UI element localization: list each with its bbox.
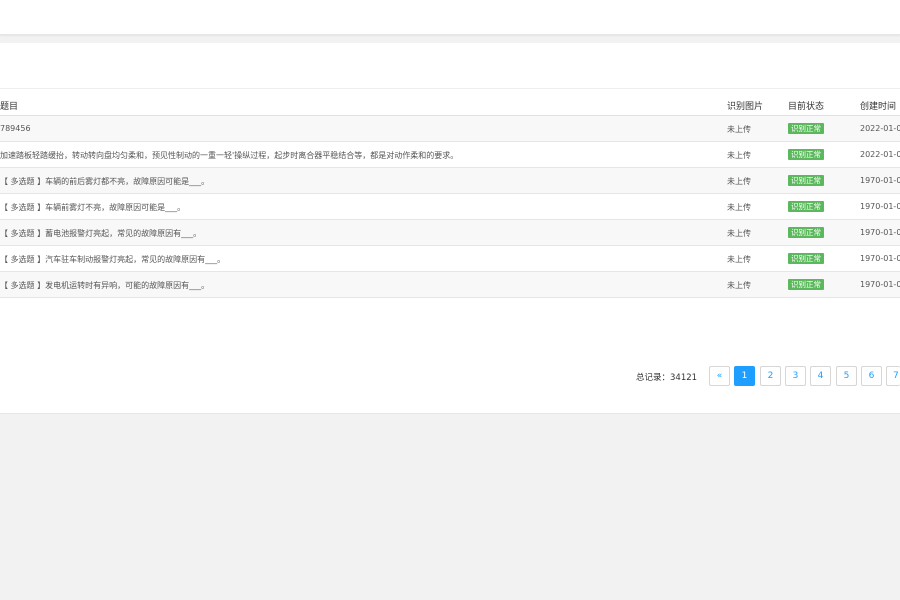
row-created-time: 1970-01-0: [860, 254, 900, 263]
table-row[interactable]: 789456 未上传 识别正常 2022-01-0: [0, 116, 900, 142]
table-row[interactable]: 加速踏板轻踏缓抬，转动转向盘均匀柔和，预见性制动的一重一轻'操纵过程，起步时离合…: [0, 142, 900, 168]
table-row[interactable]: 【 多选题 】发电机运转时有异响，可能的故障原因有___。 未上传 识别正常 1…: [0, 272, 900, 298]
table-row[interactable]: 【 多选题 】车辆的前后雾灯都不亮，故障原因可能是___。 未上传 识别正常 1…: [0, 168, 900, 194]
row-title: 加速踏板轻踏缓抬，转动转向盘均匀柔和，预见性制动的一重一轻'操纵过程，起步时离合…: [0, 151, 459, 160]
table-row[interactable]: 【 多选题 】车辆前雾灯不亮，故障原因可能是___。 未上传 识别正常 1970…: [0, 194, 900, 220]
table-row[interactable]: 【 多选题 】汽车驻车制动报警灯亮起，常见的故障原因有___。 未上传 识别正常…: [0, 246, 900, 272]
row-created-time: 2022-01-0: [860, 150, 900, 159]
status-badge: 识别正常: [788, 175, 824, 186]
page-button-4[interactable]: 4: [810, 366, 831, 386]
row-created-time: 2022-01-0: [860, 124, 900, 133]
status-badge: 识别正常: [788, 149, 824, 160]
row-image-status: 未上传: [727, 255, 751, 264]
page-button-5[interactable]: 5: [836, 366, 857, 386]
status-badge: 识别正常: [788, 227, 824, 238]
status-badge: 识别正常: [788, 123, 824, 134]
status-badge: 识别正常: [788, 279, 824, 290]
panel-divider: [0, 88, 900, 89]
page-button-3[interactable]: 3: [785, 366, 806, 386]
row-title: 【 多选题 】蓄电池报警灯亮起，常见的故障原因有___。: [0, 229, 202, 238]
row-image-status: 未上传: [727, 151, 751, 160]
row-title: 789456: [0, 124, 31, 133]
row-title: 【 多选题 】发电机运转时有异响，可能的故障原因有___。: [0, 281, 210, 290]
page-button-2[interactable]: 2: [760, 366, 781, 386]
pagination: 总记录：34121 « 1 2 3 4 5 6 7: [0, 366, 900, 388]
row-image-status: 未上传: [727, 229, 751, 238]
page-button-7[interactable]: 7: [886, 366, 900, 386]
row-title: 【 多选题 】车辆的前后雾灯都不亮，故障原因可能是___。: [0, 177, 210, 186]
row-created-time: 1970-01-0: [860, 202, 900, 211]
row-title: 【 多选题 】车辆前雾灯不亮，故障原因可能是___。: [0, 203, 186, 212]
total-records: 总记录：34121: [636, 373, 698, 383]
status-badge: 识别正常: [788, 253, 824, 264]
page-button-1[interactable]: 1: [734, 366, 755, 386]
header-image[interactable]: 识别图片: [727, 99, 763, 112]
row-created-time: 1970-01-0: [860, 228, 900, 237]
row-image-status: 未上传: [727, 281, 751, 290]
header-title[interactable]: 题目: [0, 99, 18, 112]
table-row[interactable]: 【 多选题 】蓄电池报警灯亮起，常见的故障原因有___。 未上传 识别正常 19…: [0, 220, 900, 246]
header-created[interactable]: 创建时间: [860, 99, 896, 112]
question-table: 题目 识别图片 目前状态 创建时间 789456 未上传 识别正常 2022-0…: [0, 96, 900, 298]
row-created-time: 1970-01-0: [860, 176, 900, 185]
row-image-status: 未上传: [727, 177, 751, 186]
row-image-status: 未上传: [727, 125, 751, 134]
row-created-time: 1970-01-0: [860, 280, 900, 289]
row-image-status: 未上传: [727, 203, 751, 212]
status-badge: 识别正常: [788, 201, 824, 212]
top-bar: [0, 0, 900, 35]
table-header: 题目 识别图片 目前状态 创建时间: [0, 96, 900, 116]
page-button-6[interactable]: 6: [861, 366, 882, 386]
header-status[interactable]: 目前状态: [788, 99, 824, 112]
row-title: 【 多选题 】汽车驻车制动报警灯亮起，常见的故障原因有___。: [0, 255, 226, 264]
prev-page-button[interactable]: «: [709, 366, 730, 386]
